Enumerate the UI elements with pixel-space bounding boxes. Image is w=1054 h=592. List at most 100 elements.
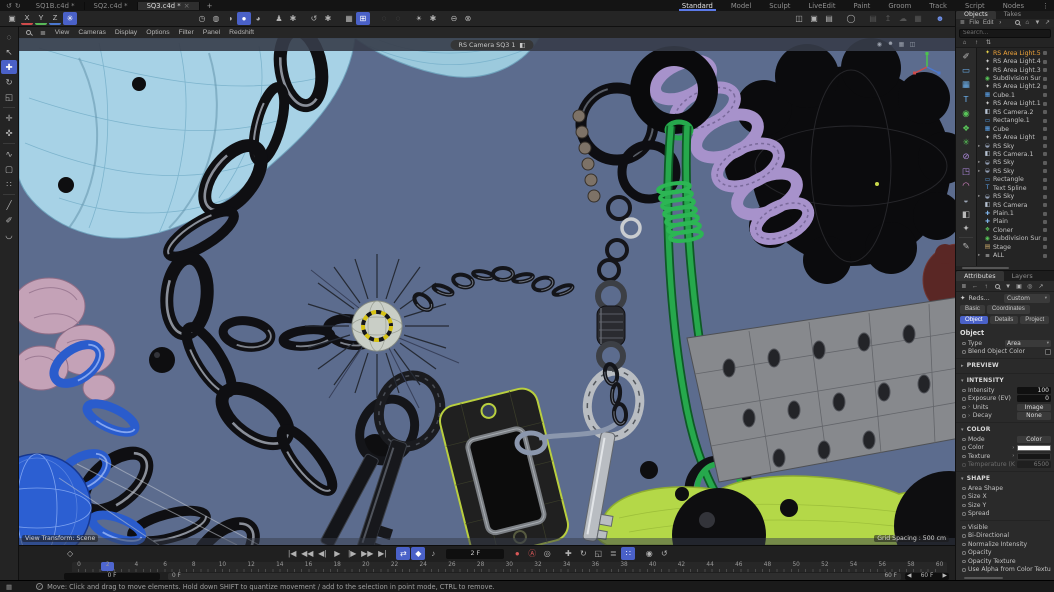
visibility-toggle[interactable] bbox=[1043, 178, 1047, 182]
record-parameter-toggle[interactable]: ≣ bbox=[606, 547, 620, 560]
keyframe-dot[interactable] bbox=[962, 543, 966, 547]
attr-menu-icon[interactable]: ≣ bbox=[959, 282, 969, 291]
expand-icon[interactable]: ▸ bbox=[978, 194, 982, 199]
visibility-toggle[interactable] bbox=[1043, 161, 1047, 165]
visibility-toggle[interactable] bbox=[1043, 85, 1047, 89]
attr-lock-icon[interactable]: ▣ bbox=[1014, 282, 1024, 291]
boole-icon[interactable]: ◳ bbox=[957, 164, 975, 178]
new-document-tab-button[interactable]: + bbox=[200, 0, 220, 11]
attr-value-field[interactable]: 6500 bbox=[1017, 461, 1051, 468]
om-menu-icon[interactable]: ≣ bbox=[958, 19, 967, 27]
dynamics-icon[interactable]: ✴ bbox=[412, 12, 426, 25]
autokey-diamond-icon[interactable]: ◇ bbox=[67, 549, 73, 558]
user-presence-icon[interactable]: ☻ bbox=[933, 12, 947, 25]
document-tab[interactable]: SQ1B.c4d * bbox=[27, 2, 85, 10]
visibility-toggle[interactable] bbox=[1043, 136, 1047, 140]
enable-dots[interactable] bbox=[1049, 187, 1052, 190]
asset-icon[interactable]: ◍ bbox=[209, 12, 223, 25]
record-scale-toggle[interactable]: ◱ bbox=[591, 547, 605, 560]
rotate-tool[interactable]: ↻ bbox=[1, 75, 17, 89]
prev-key-button[interactable]: ◀◀ bbox=[300, 547, 314, 560]
knife-tool[interactable]: ╱ bbox=[1, 198, 17, 212]
close-tab-icon[interactable]: × bbox=[184, 2, 190, 10]
sky-object-icon[interactable]: ◒ bbox=[957, 193, 975, 207]
visibility-toggle[interactable] bbox=[1043, 51, 1047, 55]
cloner-icon[interactable]: ❖ bbox=[957, 121, 975, 135]
object-row[interactable]: ▸ ≡ ALL bbox=[977, 252, 1054, 260]
keying-settings-button[interactable]: ◎ bbox=[540, 547, 554, 560]
attr-section-header[interactable]: ▾COLOR bbox=[956, 422, 1054, 435]
visibility-toggle[interactable] bbox=[1043, 245, 1047, 249]
camera-label-pill[interactable]: RS Camera SQ3 1 ◧ bbox=[451, 40, 534, 50]
keyframe-dot[interactable] bbox=[962, 526, 966, 530]
cube-display-icon[interactable]: ▦ bbox=[897, 40, 906, 48]
snapshot-button[interactable]: ◉ bbox=[642, 547, 656, 560]
printer-icon[interactable]: ▤ bbox=[866, 12, 880, 25]
expand-icon[interactable]: ▸ bbox=[978, 144, 982, 149]
next-key-button[interactable]: ▶▶ bbox=[360, 547, 374, 560]
enable-dots[interactable] bbox=[1049, 229, 1052, 232]
grid-snap-icon[interactable]: ▦ bbox=[342, 12, 356, 25]
inactive-tool-1-icon[interactable]: ◌ bbox=[377, 12, 391, 25]
object-row[interactable]: ▭ Rectangle.1 bbox=[977, 117, 1054, 125]
expand-icon[interactable]: ▸ bbox=[978, 169, 982, 174]
attribute-tab[interactable]: Layers bbox=[1004, 271, 1041, 281]
texture-field[interactable] bbox=[1017, 453, 1051, 460]
keyframe-dot[interactable] bbox=[962, 397, 966, 401]
shading-icon[interactable]: ◑ bbox=[223, 12, 237, 25]
keyframe-dot[interactable] bbox=[962, 534, 966, 538]
visibility-toggle[interactable] bbox=[1043, 203, 1047, 207]
enable-dots[interactable] bbox=[1049, 212, 1052, 215]
record-keyframe-button[interactable]: ● bbox=[510, 547, 524, 560]
character-settings-icon[interactable]: ✱ bbox=[286, 12, 300, 25]
object-row[interactable]: ✦ RS Area Light.5 bbox=[977, 49, 1054, 57]
play-button[interactable]: ▶ bbox=[330, 547, 344, 560]
keyframe-dot[interactable] bbox=[962, 487, 966, 491]
scene-canvas[interactable] bbox=[19, 38, 955, 545]
om-home-icon[interactable]: ⌂ bbox=[1023, 19, 1032, 27]
enable-dots[interactable] bbox=[1049, 246, 1052, 249]
visibility-toggle[interactable] bbox=[1043, 127, 1047, 131]
select-tool[interactable]: ↖ bbox=[1, 45, 17, 59]
object-manager-tab[interactable]: Takes bbox=[996, 11, 1029, 19]
layout-tab[interactable]: Nodes bbox=[994, 0, 1033, 11]
object-row[interactable]: ◉ Subdivision Surface bbox=[977, 235, 1054, 243]
enable-dots[interactable] bbox=[1049, 85, 1052, 88]
pen-object-icon[interactable]: ✐ bbox=[957, 49, 975, 63]
enable-dots[interactable] bbox=[1049, 204, 1052, 207]
rectangle-select-tool[interactable]: ▢ bbox=[1, 162, 17, 176]
attr-section-header[interactable]: ▸PREVIEW bbox=[956, 358, 1054, 371]
visibility-toggle[interactable] bbox=[1043, 152, 1047, 156]
enable-dots[interactable] bbox=[1049, 178, 1052, 181]
object-row[interactable]: ❖ Cloner bbox=[977, 226, 1054, 234]
visibility-toggle[interactable] bbox=[1043, 220, 1047, 224]
visibility-toggle[interactable] bbox=[1043, 228, 1047, 232]
layout-tab[interactable]: Sculpt bbox=[760, 0, 799, 11]
enable-dots[interactable] bbox=[1049, 145, 1052, 148]
record-pla-toggle[interactable]: ∷ bbox=[621, 547, 635, 560]
enable-dots[interactable] bbox=[1049, 60, 1052, 63]
attr-page-tab[interactable]: Basic bbox=[960, 305, 985, 314]
expand-icon[interactable]: ▸ bbox=[978, 253, 982, 258]
deformer-icon[interactable]: ◠ bbox=[957, 179, 975, 193]
modeling-mode-icon[interactable]: ● bbox=[237, 12, 251, 25]
keyframe-dot[interactable] bbox=[962, 560, 966, 564]
cloud-icon[interactable]: ☁ bbox=[896, 12, 910, 25]
keyframe-dot[interactable] bbox=[962, 406, 966, 410]
attr-button[interactable]: None bbox=[1017, 412, 1051, 420]
material-icon[interactable]: ✎ bbox=[957, 239, 975, 253]
layout-more-icon[interactable]: ⋮ bbox=[1037, 0, 1054, 11]
jump-start-button[interactable]: |◀ bbox=[285, 547, 299, 560]
multi-axis-tool[interactable]: ✜ bbox=[1, 126, 17, 140]
viewport-search-icon[interactable] bbox=[22, 28, 35, 38]
scene-root-icon[interactable]: ⌂ bbox=[960, 39, 969, 47]
attr-page-tab[interactable]: Object bbox=[960, 316, 988, 325]
preview-range-bar[interactable]: 0 F 60 F bbox=[168, 573, 901, 580]
enable-dots[interactable] bbox=[1049, 237, 1052, 240]
record-rotation-toggle[interactable]: ↻ bbox=[576, 547, 590, 560]
uv-mode-icon[interactable]: ◕ bbox=[251, 12, 265, 25]
viewport-menu-icon[interactable]: ≣ bbox=[36, 28, 50, 38]
visibility-toggle[interactable] bbox=[1043, 195, 1047, 199]
layout-tab[interactable]: Paint bbox=[845, 0, 880, 11]
attr-value-field[interactable]: 100 bbox=[1017, 387, 1051, 394]
